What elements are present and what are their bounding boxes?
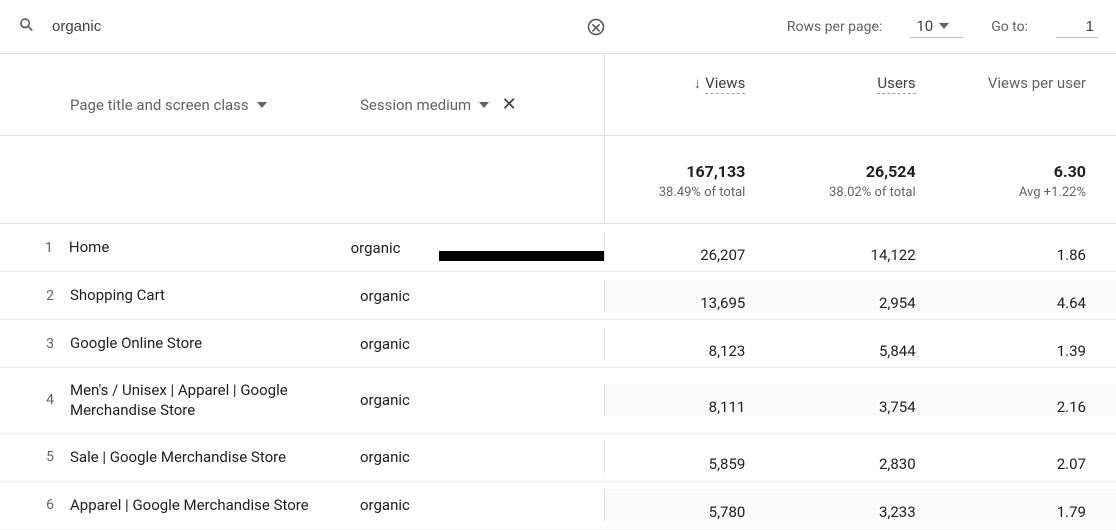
row-vpu: 1.39 (946, 328, 1116, 360)
row-vpu: 2.16 (946, 384, 1116, 416)
row-medium: organic (360, 335, 540, 353)
metric-header-views-per-user[interactable]: Views per user (946, 54, 1116, 135)
row-users: 14,122 (775, 232, 945, 264)
row-page-title[interactable]: Sale | Google Merchandise Store (70, 435, 360, 479)
row-medium: organic (360, 448, 540, 466)
table-row: 6 Apparel | Google Merchandise Store org… (0, 482, 1116, 530)
chevron-down-icon (257, 102, 267, 108)
row-index: 6 (18, 497, 70, 513)
total-users-sub: 38.02% of total (775, 185, 915, 200)
table-row: 1 Home organic 26,207 14,122 1.86 (0, 224, 1116, 272)
row-vpu: 1.79 (946, 489, 1116, 521)
row-page-title[interactable]: Apparel | Google Merchandise Store (70, 483, 360, 527)
row-views: 13,695 (605, 280, 775, 312)
row-views: 8,111 (605, 384, 775, 416)
total-views: 167,133 (605, 162, 745, 181)
row-medium: organic (360, 496, 540, 514)
row-users: 2,830 (775, 441, 945, 473)
total-vpu: 6.30 (946, 162, 1086, 181)
goto-label: Go to: (991, 19, 1028, 35)
pager: Rows per page: 10 Go to: (787, 15, 1098, 38)
close-icon: ✕ (502, 94, 517, 115)
rows-per-page-label: Rows per page: (787, 19, 882, 35)
dimension-primary-header[interactable]: Page title and screen class (70, 76, 360, 114)
row-index: 5 (18, 449, 70, 465)
dimension-primary-label: Page title and screen class (70, 96, 249, 114)
row-page-title[interactable]: Men's / Unisex | Apparel | Google Mercha… (70, 368, 360, 433)
row-vpu: 2.07 (946, 441, 1116, 473)
row-views: 5,780 (605, 489, 775, 521)
column-header-row: Page title and screen class Session medi… (0, 54, 1116, 136)
row-users: 3,754 (775, 384, 945, 416)
row-page-title[interactable]: Google Online Store (70, 321, 360, 365)
remove-secondary-dimension-button[interactable]: ✕ (497, 93, 521, 117)
row-index: 3 (18, 336, 70, 352)
arrow-down-icon: ↓ (694, 74, 702, 92)
search-wrap (18, 16, 585, 38)
table-row: 3 Google Online Store organic 8,123 5,84… (0, 320, 1116, 368)
row-views: 8,123 (605, 328, 775, 360)
redaction-bar (439, 251, 604, 261)
table-row: 4 Men's / Unisex | Apparel | Google Merc… (0, 368, 1116, 434)
clear-search-button[interactable] (585, 16, 607, 38)
rows-per-page-select[interactable]: 10 (910, 15, 963, 38)
row-medium: organic (360, 287, 540, 305)
total-views-sub: 38.49% of total (605, 185, 745, 200)
row-medium: organic (360, 391, 540, 409)
row-views: 26,207 (605, 232, 775, 264)
rows-per-page-value: 10 (916, 17, 933, 35)
row-users: 3,233 (775, 489, 945, 521)
table-row: 5 Sale | Google Merchandise Store organi… (0, 434, 1116, 482)
total-users: 26,524 (775, 162, 915, 181)
table-row: 2 Shopping Cart organic 13,695 2,954 4.6… (0, 272, 1116, 320)
goto-input[interactable] (1056, 16, 1098, 38)
row-page-title[interactable]: Home (69, 225, 351, 269)
row-page-title[interactable]: Shopping Cart (70, 273, 360, 317)
row-vpu: 4.64 (946, 280, 1116, 312)
row-users: 5,844 (775, 328, 945, 360)
row-index: 2 (18, 288, 70, 304)
row-index: 1 (18, 240, 69, 256)
row-vpu: 1.86 (946, 232, 1116, 264)
metric-header-views[interactable]: ↓Views (605, 54, 775, 135)
totals-row: 167,133 38.49% of total 26,524 38.02% of… (0, 136, 1116, 224)
row-users: 2,954 (775, 280, 945, 312)
chevron-down-icon (479, 102, 489, 108)
chevron-down-icon (939, 23, 949, 29)
metric-header-users[interactable]: Users (775, 54, 945, 135)
total-vpu-sub: Avg +1.22% (946, 185, 1086, 200)
row-index: 4 (18, 392, 70, 408)
close-circle-icon (586, 17, 606, 37)
toolbar: Rows per page: 10 Go to: (0, 0, 1116, 54)
search-icon (18, 16, 36, 38)
dimension-secondary-label: Session medium (360, 96, 471, 114)
row-views: 5,859 (605, 441, 775, 473)
search-input[interactable] (52, 18, 512, 35)
dimension-secondary-header[interactable]: Session medium (360, 96, 489, 114)
